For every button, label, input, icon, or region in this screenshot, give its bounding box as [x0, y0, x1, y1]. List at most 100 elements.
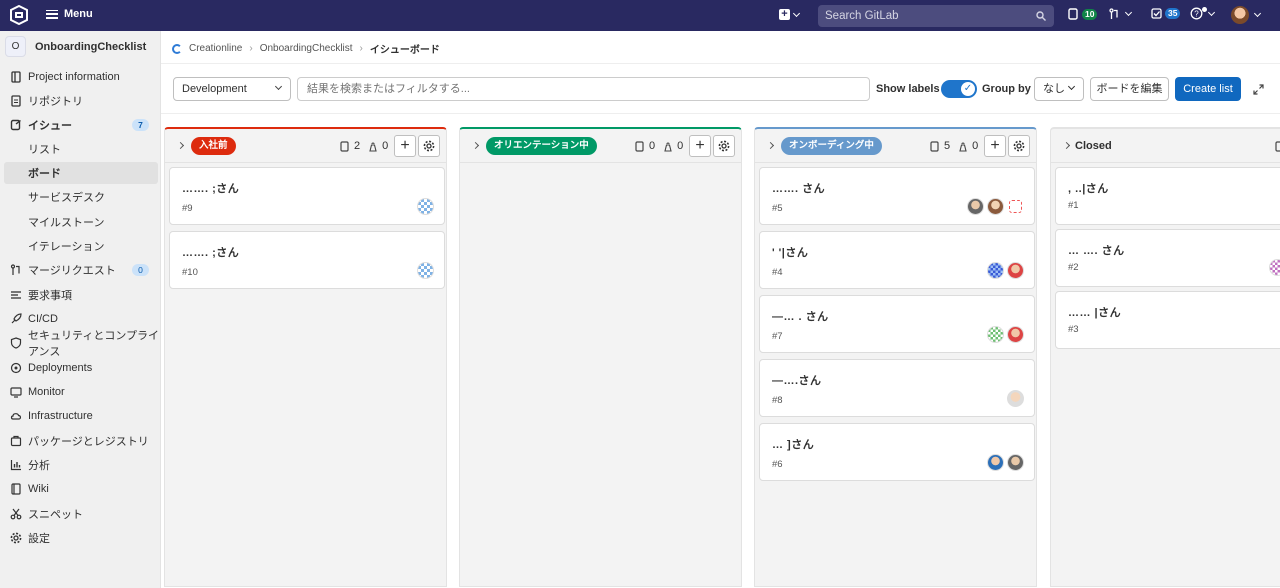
assignee-avatar[interactable]: [1269, 259, 1280, 276]
sidebar-item-issues[interactable]: イシュー 7: [0, 114, 161, 136]
assignee-avatar[interactable]: [417, 198, 434, 215]
sidebar-item-analytics[interactable]: 分析: [0, 454, 161, 476]
issues-icon: [930, 140, 939, 152]
sidebar-item-label: パッケージとレジストリ: [28, 436, 149, 448]
breadcrumb-project-link[interactable]: OnboardingChecklist: [260, 43, 353, 54]
help-button[interactable]: ?: [1190, 7, 1216, 20]
assignee-avatar[interactable]: [1007, 326, 1024, 343]
sidebar-item-security-compliance[interactable]: セキュリティとコンプライアンス: [0, 330, 161, 358]
sidebar-item-deployments[interactable]: Deployments: [0, 357, 161, 379]
project-header[interactable]: O OnboardingChecklist: [5, 36, 146, 57]
board-select-dropdown[interactable]: Development: [173, 77, 291, 101]
sidebar-item-label: Project information: [28, 71, 120, 83]
chevron-right-icon[interactable]: [1062, 141, 1071, 150]
assignee-avatar[interactable]: [987, 198, 1004, 215]
sidebar-item-repository[interactable]: リポジトリ: [0, 90, 161, 112]
new-dropdown-button[interactable]: +: [779, 9, 801, 20]
sidebar-subitem-service-desk[interactable]: サービスデスク: [0, 186, 161, 208]
expand-icon[interactable]: [1253, 84, 1264, 95]
list-label-badge[interactable]: オンボーディング中: [781, 137, 882, 155]
rocket-icon: [11, 313, 22, 324]
merge-request-icon: [1109, 8, 1118, 19]
issue-card-title[interactable]: …… |さん: [1068, 304, 1121, 320]
issue-card-number: #2: [1068, 262, 1079, 273]
issue-card-title[interactable]: —….さん: [772, 372, 822, 388]
add-issue-button[interactable]: +: [984, 135, 1006, 157]
breadcrumb-group-link[interactable]: Creationline: [189, 43, 242, 54]
assignee-avatar[interactable]: [987, 262, 1004, 279]
sidebar-item-infrastructure[interactable]: Infrastructure: [0, 405, 161, 427]
gear-icon: [10, 532, 22, 544]
issue-card[interactable]: ……. さん #5: [759, 167, 1035, 225]
list-settings-button[interactable]: [1008, 135, 1030, 157]
assigned-issues-button[interactable]: 10: [1068, 8, 1098, 20]
sidebar-item-snippets[interactable]: スニペット: [0, 503, 161, 525]
list-label-badge[interactable]: 入社前: [191, 137, 236, 155]
assignee-avatar[interactable]: [1007, 262, 1024, 279]
issue-card-title[interactable]: ……. ;さん: [182, 244, 239, 260]
list-label-badge[interactable]: オリエンテーション中: [486, 137, 597, 155]
chevron-right-icon[interactable]: [176, 141, 185, 150]
list-settings-button[interactable]: [713, 135, 735, 157]
assignee-avatar[interactable]: [987, 454, 1004, 471]
issue-card-number: #8: [772, 395, 783, 406]
issue-card-title[interactable]: ' '|さん: [772, 244, 808, 260]
issue-card[interactable]: , ..|さん #1: [1055, 167, 1280, 225]
board-list-orientation: オリエンテーション中 0 0 +: [459, 127, 742, 587]
issue-card-title[interactable]: , ..|さん: [1068, 180, 1109, 196]
assignee-avatar[interactable]: [1009, 200, 1022, 213]
issue-card[interactable]: ' '|さん #4: [759, 231, 1035, 289]
sidebar-item-merge-requests[interactable]: マージリクエスト 0: [0, 259, 161, 281]
issue-card[interactable]: —….さん #8: [759, 359, 1035, 417]
chevron-down-icon: [792, 9, 801, 17]
issue-card[interactable]: …… |さん #3: [1055, 291, 1280, 349]
sidebar-subitem-board[interactable]: ボード: [4, 162, 158, 184]
issue-card-title[interactable]: … …. さん: [1068, 242, 1125, 258]
breadcrumb-current[interactable]: イシューボード: [370, 41, 440, 56]
chevron-right-icon[interactable]: [471, 141, 480, 150]
sidebar-item-label: CI/CD: [28, 313, 58, 325]
assignee-avatar[interactable]: [967, 198, 984, 215]
sidebar-item-project-information[interactable]: Project information: [0, 66, 161, 88]
sidebar-item-monitor[interactable]: Monitor: [0, 381, 161, 403]
issue-card-title[interactable]: —… . さん: [772, 308, 829, 324]
issue-card-title[interactable]: ……. ;さん: [182, 180, 239, 196]
issue-card[interactable]: ……. ;さん #9: [169, 167, 445, 225]
board-filter-input[interactable]: 結果を検索またはフィルタする...: [297, 77, 870, 101]
sidebar-subitem-iterations[interactable]: イテレーション: [0, 235, 161, 257]
issue-card[interactable]: ……. ;さん #10: [169, 231, 445, 289]
search-input[interactable]: Search GitLab: [818, 5, 1054, 27]
breadcrumb: Creationline › OnboardingChecklist › イシュ…: [172, 41, 440, 56]
add-issue-button[interactable]: +: [394, 135, 416, 157]
sidebar-item-wiki[interactable]: Wiki: [0, 478, 161, 500]
menu-button[interactable]: Menu: [46, 8, 93, 20]
breadcrumb-separator-icon: ›: [249, 43, 253, 54]
edit-board-button[interactable]: ボードを編集: [1090, 77, 1169, 101]
group-by-dropdown[interactable]: なし: [1034, 77, 1084, 101]
issue-card-title[interactable]: ……. さん: [772, 180, 825, 196]
issue-card-title[interactable]: … ]さん: [772, 436, 814, 452]
show-labels-toggle[interactable]: ✓: [941, 80, 977, 98]
sidebar-item-packages-registries[interactable]: パッケージとレジストリ: [0, 430, 161, 452]
todos-button[interactable]: 35: [1151, 8, 1181, 19]
project-name: OnboardingChecklist: [35, 40, 147, 53]
assignee-avatar[interactable]: [987, 326, 1004, 343]
assignees: [987, 326, 1024, 343]
gitlab-logo-icon[interactable]: [9, 5, 29, 25]
create-list-button[interactable]: Create list: [1175, 77, 1241, 101]
sidebar-subitem-list[interactable]: リスト: [0, 138, 161, 160]
assignee-avatar[interactable]: [1007, 454, 1024, 471]
assignee-avatar[interactable]: [1007, 390, 1024, 407]
issue-card[interactable]: —… . さん #7: [759, 295, 1035, 353]
sidebar-item-requirements[interactable]: 要求事項: [0, 284, 161, 306]
merge-requests-button[interactable]: [1109, 8, 1133, 20]
issue-card[interactable]: … ]さん #6: [759, 423, 1035, 481]
add-issue-button[interactable]: +: [689, 135, 711, 157]
user-menu-button[interactable]: [1231, 6, 1262, 24]
list-settings-button[interactable]: [418, 135, 440, 157]
chevron-right-icon[interactable]: [766, 141, 775, 150]
assignee-avatar[interactable]: [417, 262, 434, 279]
issue-card[interactable]: … …. さん #2: [1055, 229, 1280, 287]
sidebar-subitem-milestones[interactable]: マイルストーン: [0, 211, 161, 233]
sidebar-item-settings[interactable]: 設定: [0, 527, 161, 549]
